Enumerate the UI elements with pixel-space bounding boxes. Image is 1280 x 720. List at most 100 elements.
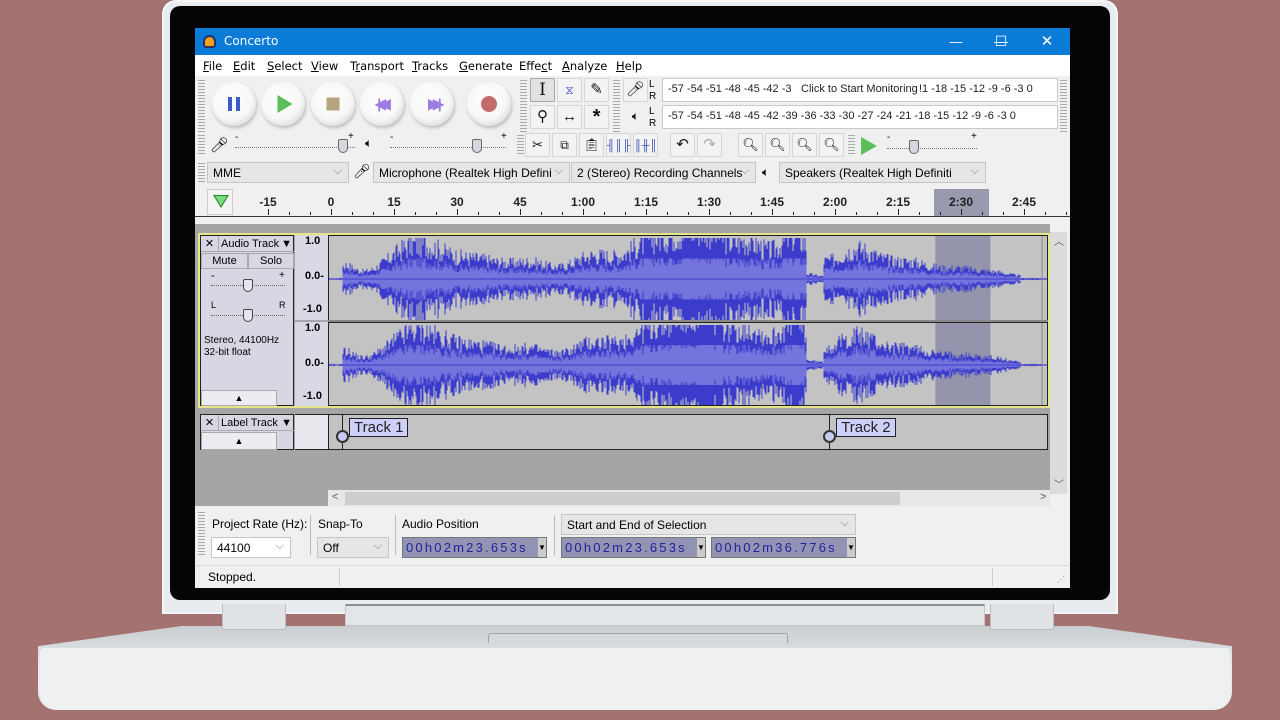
- scroll-down-icon[interactable]: ﹀: [1054, 476, 1064, 491]
- label-drag-handle[interactable]: [336, 430, 349, 443]
- menu-view[interactable]: View: [311, 59, 338, 73]
- close-button[interactable]: ✕: [1024, 28, 1070, 55]
- audio-host-select[interactable]: MME ⌵: [207, 162, 349, 183]
- collapse-label-track-button[interactable]: ▲: [201, 432, 277, 450]
- pan-slider-thumb[interactable]: [243, 309, 253, 322]
- label-track-area[interactable]: Track 1 Track 2: [328, 414, 1048, 450]
- toolbar-grip[interactable]: [613, 80, 620, 132]
- caret-down-icon[interactable]: ▼: [697, 538, 705, 557]
- stop-button[interactable]: [311, 82, 355, 126]
- timeline-options-button[interactable]: [207, 189, 233, 215]
- menu-edit[interactable]: Edit: [233, 59, 255, 73]
- caret-up-icon: ▲: [234, 436, 244, 446]
- audio-position-time[interactable]: 00h02m23.653s ▼: [402, 537, 547, 558]
- waveform-channel-left[interactable]: [328, 235, 1048, 321]
- scroll-up-icon[interactable]: ︿: [1054, 233, 1064, 248]
- skip-to-start-button[interactable]: |◀◀: [360, 82, 404, 126]
- menu-effect[interactable]: Effect: [519, 59, 552, 73]
- label-drag-handle[interactable]: [823, 430, 837, 443]
- play-button[interactable]: [261, 82, 305, 126]
- record-meter-button[interactable]: 🎤︎: [623, 78, 648, 102]
- recording-channels-select[interactable]: 2 (Stereo) Recording Channels ⌵: [571, 162, 756, 183]
- playback-device-select[interactable]: Speakers (Realtek High Definiti ⌵: [779, 162, 986, 183]
- waveform-channel-right[interactable]: [328, 322, 1048, 406]
- draw-tool-button[interactable]: ✎: [584, 78, 609, 102]
- gain-slider-thumb[interactable]: [243, 279, 253, 292]
- selection-mode-select[interactable]: Start and End of Selection ⌵: [561, 514, 856, 535]
- toolbar-grip[interactable]: [520, 80, 527, 132]
- play-speed-slider[interactable]: [887, 148, 977, 149]
- project-rate-select[interactable]: 44100 ⌵: [211, 537, 291, 558]
- audio-track-close-button[interactable]: ✕: [201, 236, 219, 252]
- scroll-left-icon[interactable]: <: [332, 491, 338, 503]
- solo-button[interactable]: Solo: [248, 253, 294, 269]
- skip-to-end-button[interactable]: ▶▶|: [410, 82, 454, 126]
- caret-down-icon[interactable]: ▼: [847, 538, 855, 557]
- label-text-box[interactable]: Track 2: [836, 418, 896, 437]
- snap-to-select[interactable]: Off ⌵: [317, 537, 389, 558]
- copy-button[interactable]: ⧉: [552, 133, 577, 157]
- record-volume-slider[interactable]: [235, 147, 355, 148]
- label-track-close-button[interactable]: ✕: [201, 415, 219, 431]
- selection-start-time[interactable]: 00h02m23.653s ▼: [561, 537, 706, 558]
- trim-button[interactable]: ╢║╟: [606, 133, 631, 157]
- menu-analyze[interactable]: Analyze: [562, 59, 607, 73]
- menu-help[interactable]: Help: [616, 59, 642, 73]
- horizontal-scrollbar[interactable]: < >: [328, 490, 1050, 507]
- audio-host-value: MME: [213, 166, 241, 180]
- timeline-ruler[interactable]: -15 0 15 30 45 1:00 1:15 1:30 1:45 2:00 2:15 2:30 2:…: [195, 189, 1070, 217]
- toolbar-grip[interactable]: [198, 512, 205, 556]
- zoom-out-button[interactable]: 🔍︎: [765, 133, 790, 157]
- audio-track-menu-button[interactable]: Audio Track ▼: [219, 236, 294, 252]
- selection-end-time[interactable]: 00h02m36.776s ▼: [711, 537, 856, 558]
- record-meter[interactable]: L R -57 -54 -51 -48 -45 -42 -3 Click to …: [649, 78, 1058, 102]
- toolbar-grip[interactable]: [198, 163, 205, 182]
- resize-grip-icon[interactable]: ⋰: [1057, 575, 1065, 584]
- recording-device-select[interactable]: Microphone (Realtek High Defini ⌵: [373, 162, 570, 183]
- caret-down-icon[interactable]: ▼: [538, 538, 546, 557]
- redo-button[interactable]: ↷: [697, 133, 722, 157]
- multi-tool-button[interactable]: *: [584, 105, 609, 129]
- pause-button[interactable]: [212, 82, 256, 126]
- fit-project-button[interactable]: 🔍︎: [819, 133, 844, 157]
- paste-button[interactable]: 📋︎: [579, 133, 604, 157]
- toolbar-grip[interactable]: [517, 135, 524, 155]
- envelope-tool-button[interactable]: ⧖: [557, 78, 582, 102]
- time-shift-tool-button[interactable]: ↔: [557, 105, 582, 129]
- maximize-button[interactable]: ☐: [978, 28, 1024, 55]
- fit-selection-button[interactable]: 🔍︎: [792, 133, 817, 157]
- toolbar-grip[interactable]: [198, 135, 205, 155]
- menu-transport[interactable]: Transport: [350, 59, 404, 73]
- start-monitoring-hint[interactable]: Click to Start Monitoring: [799, 83, 920, 95]
- ruler-minor-tick: [1045, 212, 1046, 215]
- playback-meter-button[interactable]: 🔈︎: [623, 105, 648, 129]
- collapse-track-button[interactable]: ▲: [201, 390, 277, 406]
- menu-generate[interactable]: Generate: [459, 59, 513, 73]
- horizontal-scroll-thumb[interactable]: [345, 492, 900, 505]
- playback-meter[interactable]: L R -57 -54 -51 -48 -45 -42 -39 -36 -33 …: [649, 105, 1058, 129]
- record-button[interactable]: [467, 82, 511, 126]
- menu-tracks[interactable]: Tracks: [412, 59, 448, 73]
- play-speed-thumb[interactable]: [909, 140, 919, 154]
- silence-button[interactable]: ║╫║: [633, 133, 658, 157]
- scroll-right-icon[interactable]: >: [1040, 491, 1046, 503]
- playback-volume-thumb[interactable]: [472, 139, 482, 153]
- play-at-speed-button[interactable]: [861, 137, 877, 155]
- minimize-button-glyph[interactable]: —: [933, 28, 979, 55]
- menu-file[interactable]: File: [203, 59, 222, 73]
- menu-select[interactable]: Select: [267, 59, 303, 73]
- mute-button[interactable]: Mute: [201, 253, 248, 269]
- undo-button[interactable]: ↶: [670, 133, 695, 157]
- cut-button[interactable]: ✂: [525, 133, 550, 157]
- label-text-box[interactable]: Track 1: [349, 418, 409, 437]
- vertical-scrollbar[interactable]: ︿ ﹀: [1050, 232, 1067, 494]
- zoom-in-button[interactable]: 🔍︎: [738, 133, 763, 157]
- record-volume-thumb[interactable]: [338, 139, 348, 153]
- toolbar-grip[interactable]: [848, 135, 855, 155]
- zoom-tool-button[interactable]: ⚲: [530, 105, 555, 129]
- toolbar-grip[interactable]: [198, 80, 205, 132]
- selection-tool-button[interactable]: I: [530, 78, 555, 102]
- label-track-menu-button[interactable]: Label Track ▼: [219, 415, 294, 431]
- playback-volume-slider[interactable]: [390, 147, 506, 148]
- toolbar-grip[interactable]: [1060, 80, 1067, 132]
